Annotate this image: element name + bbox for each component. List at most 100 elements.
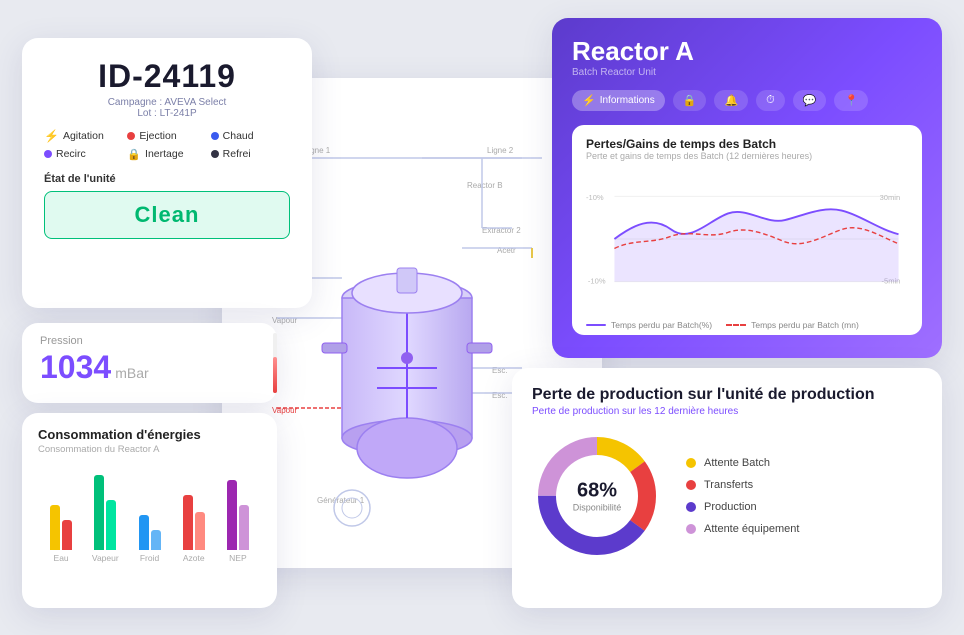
feature-chaud: Chaud bbox=[211, 129, 290, 143]
bar-segment bbox=[50, 505, 60, 550]
prod-legend: Attente Batch Transferts Production Atte… bbox=[686, 457, 799, 535]
dot-transferts bbox=[686, 480, 696, 490]
tab-timer[interactable]: ⏱ bbox=[756, 90, 785, 111]
bolt-tab-icon: ⚡ bbox=[582, 94, 596, 107]
svg-text:Générateur 1: Générateur 1 bbox=[317, 496, 365, 505]
bar-label: Froid bbox=[140, 553, 159, 563]
lock-icon: 🔒 bbox=[127, 148, 141, 161]
dot-attente-batch bbox=[686, 458, 696, 468]
feature-agitation: ⚡ Agitation bbox=[44, 129, 123, 143]
bar-group-nep: NEP bbox=[219, 460, 257, 563]
prod-title: Perte de production sur l'unité de produ… bbox=[532, 386, 922, 404]
energy-sub: Consommation du Reactor A bbox=[38, 444, 261, 455]
donut-chart: 68% Disponibilité bbox=[532, 431, 662, 561]
svg-text:Ligne 2: Ligne 2 bbox=[487, 146, 514, 155]
dot-attente-equipement bbox=[686, 524, 696, 534]
etat-label: État de l'unité bbox=[44, 173, 290, 185]
bar-label: Azote bbox=[183, 553, 205, 563]
reactor-tabs: ⚡ Informations 🔒 🔔 ⏱ 💬 📍 bbox=[572, 90, 922, 111]
dot-production bbox=[686, 502, 696, 512]
svg-text:-10%: -10% bbox=[588, 276, 606, 285]
recirc-icon bbox=[44, 150, 52, 158]
lock-tab-icon: 🔒 bbox=[683, 94, 697, 107]
bar-segment bbox=[183, 495, 193, 550]
legend-min: Temps perdu par Batch (mn) bbox=[726, 320, 859, 330]
lot-label: Lot : LT-241P bbox=[44, 108, 290, 119]
bar-segment bbox=[227, 480, 237, 550]
bar-group-froid: Froid bbox=[130, 460, 168, 563]
donut-label: Disponibilité bbox=[573, 502, 622, 512]
donut-percent: 68% bbox=[573, 479, 622, 502]
svg-text:30min: 30min bbox=[880, 193, 901, 202]
svg-text:Reactor B: Reactor B bbox=[467, 181, 503, 190]
bar-chart: Eau Vapeur Froid Azote NEP bbox=[38, 463, 261, 563]
tab-informations[interactable]: ⚡ Informations bbox=[572, 90, 665, 111]
id-title: ID-24119 bbox=[44, 58, 290, 95]
legend-percent: Temps perdu par Batch(%) bbox=[586, 320, 712, 330]
bar-segment bbox=[62, 520, 72, 550]
tab-lock[interactable]: 🔒 bbox=[673, 90, 707, 111]
bar-segment bbox=[151, 530, 161, 550]
bar-segment bbox=[106, 500, 116, 550]
legend-min-label: Temps perdu par Batch (mn) bbox=[751, 320, 859, 330]
label-production: Production bbox=[704, 501, 757, 513]
pression-number: 1034 bbox=[40, 349, 111, 386]
bar-segment bbox=[195, 512, 205, 550]
reactor-card: Reactor A Batch Reactor Unit ⚡ Informati… bbox=[552, 18, 942, 358]
refrei-icon bbox=[211, 150, 219, 158]
bar-segment bbox=[239, 505, 249, 550]
energy-card: Consommation d'énergies Consommation du … bbox=[22, 413, 277, 608]
feature-inertage: 🔒 Inertage bbox=[127, 148, 206, 161]
batch-chart-area: Pertes/Gains de temps des Batch Perte et… bbox=[572, 125, 922, 335]
pin-tab-icon: 📍 bbox=[844, 94, 858, 107]
bar-group-eau: Eau bbox=[42, 460, 80, 563]
legend-percent-label: Temps perdu par Batch(%) bbox=[611, 320, 712, 330]
production-card: Perte de production sur l'unité de produ… bbox=[512, 368, 942, 608]
reactor-title: Reactor A bbox=[572, 36, 922, 67]
chat-tab-icon: 💬 bbox=[803, 94, 817, 107]
pression-label: Pression bbox=[40, 335, 259, 347]
clean-badge: Clean bbox=[44, 191, 290, 239]
bell-tab-icon: 🔔 bbox=[724, 94, 738, 107]
prod-content: 68% Disponibilité Attente Batch Transfer… bbox=[532, 431, 922, 561]
bar-segment bbox=[94, 475, 104, 550]
pression-unit: mBar bbox=[115, 365, 148, 381]
campaign-label: Campagne : AVEVA Select bbox=[44, 97, 290, 108]
chaud-icon bbox=[211, 132, 219, 140]
label-transferts: Transferts bbox=[704, 479, 753, 491]
legend-line-red bbox=[726, 324, 746, 326]
id-card: ID-24119 Campagne : AVEVA Select Lot : L… bbox=[22, 38, 312, 308]
chart-legend: Temps perdu par Batch(%) Temps perdu par… bbox=[586, 320, 908, 330]
tab-informations-label: Informations bbox=[600, 95, 655, 106]
pression-bar bbox=[273, 333, 277, 393]
bar-group-azote: Azote bbox=[175, 460, 213, 563]
bar-label: Vapeur bbox=[92, 553, 119, 563]
ejection-icon bbox=[127, 132, 135, 140]
reactor-sub: Batch Reactor Unit bbox=[572, 67, 922, 78]
bar-label: NEP bbox=[229, 553, 246, 563]
donut-center: 68% Disponibilité bbox=[573, 479, 622, 512]
legend-line-purple bbox=[586, 324, 606, 326]
legend-transferts: Transferts bbox=[686, 479, 799, 491]
legend-production: Production bbox=[686, 501, 799, 513]
prod-sub: Perte de production sur les 12 dernière … bbox=[532, 406, 922, 417]
tab-pin[interactable]: 📍 bbox=[834, 90, 868, 111]
feature-refrei: Refrei bbox=[211, 148, 290, 161]
main-scene: Ligne 1 Ligne 2 Reactor B Extractor 2 Ac… bbox=[22, 18, 942, 618]
bolt-icon: ⚡ bbox=[44, 129, 59, 143]
tab-chat[interactable]: 💬 bbox=[793, 90, 827, 111]
label-attente-equipement: Attente équipement bbox=[704, 523, 799, 535]
bar-segment bbox=[139, 515, 149, 550]
pression-card: Pression 1034 mBar bbox=[22, 323, 277, 403]
chart-sub: Perte et gains de temps des Batch (12 de… bbox=[586, 151, 908, 161]
features-grid: ⚡ Agitation Ejection Chaud Recirc 🔒 Iner… bbox=[44, 129, 290, 161]
bar-label: Eau bbox=[54, 553, 69, 563]
timer-tab-icon: ⏱ bbox=[766, 94, 775, 107]
pression-value: 1034 mBar bbox=[40, 349, 259, 386]
bar-group-vapeur: Vapeur bbox=[86, 460, 124, 563]
feature-ejection: Ejection bbox=[127, 129, 206, 143]
tab-bell[interactable]: 🔔 bbox=[714, 90, 748, 111]
chart-title: Pertes/Gains de temps des Batch bbox=[586, 137, 908, 151]
legend-attente-batch: Attente Batch bbox=[686, 457, 799, 469]
pression-bar-fill bbox=[273, 357, 277, 393]
